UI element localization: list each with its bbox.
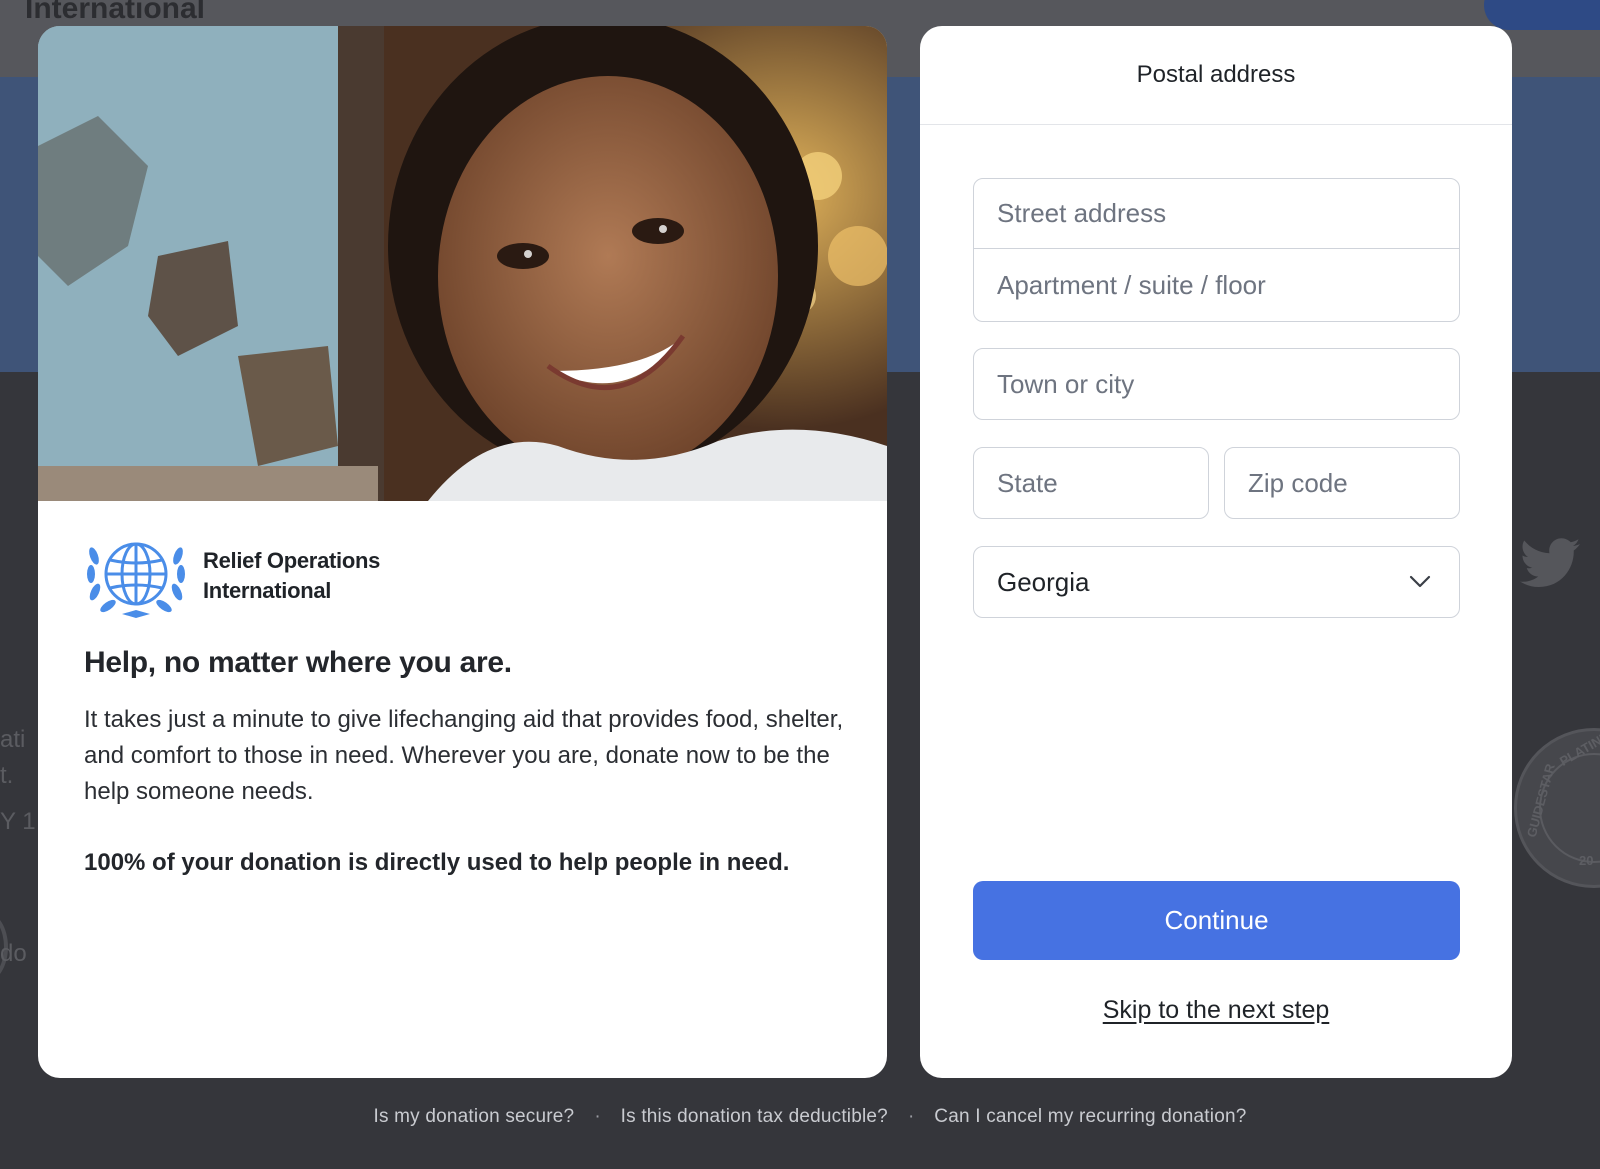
city-input[interactable] [997,368,1459,400]
country-select-value: Georgia [997,566,1090,597]
street-address-input[interactable] [997,198,1459,229]
background-text-fragment: ati [0,726,26,753]
body-text: It takes just a minute to give lifechang… [84,706,844,805]
globe-wreath-icon [87,542,185,618]
city-field [973,348,1460,420]
postal-address-form: Postal address Georgia Continue Skip to … [920,26,1512,1078]
guidestar-seal-year: 20 [1579,853,1594,868]
background-header-title: International [25,0,206,25]
apartment-row [974,250,1459,320]
continue-button[interactable]: Continue [973,881,1460,960]
background-text-fragment: t. [0,762,14,789]
skip-step-link[interactable]: Skip to the next step [920,996,1512,1025]
form-title: Postal address [1136,61,1296,88]
hero-illustration [38,26,887,501]
faq-separator: · [907,1106,915,1127]
faq-separator: · [594,1106,601,1127]
info-card: Relief Operations International Help, no… [38,26,887,1078]
street-address-row [974,179,1459,249]
state-input[interactable] [997,467,1208,499]
background-text-fragment: Y 1 [0,808,36,835]
faq-links: Is my donation secure? · Is this donatio… [0,1106,1600,1128]
street-address-group [973,178,1460,322]
chevron-down-icon [1409,575,1431,588]
donation-highlight: 100% of your donation is directly used t… [84,849,790,876]
hero-photo [38,26,887,501]
headline: Help, no matter where you are. [84,646,512,679]
twitter-bird-icon [1520,538,1580,587]
faq-secure-link[interactable]: Is my donation secure? [373,1106,574,1128]
faq-cancel-link[interactable]: Can I cancel my recurring donation? [934,1106,1246,1128]
zip-input[interactable] [1248,467,1459,499]
country-select[interactable]: Georgia [973,546,1460,618]
background-text-fragment: do [0,940,27,967]
org-name: Relief Operations International [203,548,381,603]
zip-field [1224,447,1460,519]
faq-tax-link[interactable]: Is this donation tax deductible? [621,1106,888,1128]
form-header: Postal address [920,26,1512,125]
apartment-input[interactable] [997,269,1459,301]
state-field [973,447,1209,519]
